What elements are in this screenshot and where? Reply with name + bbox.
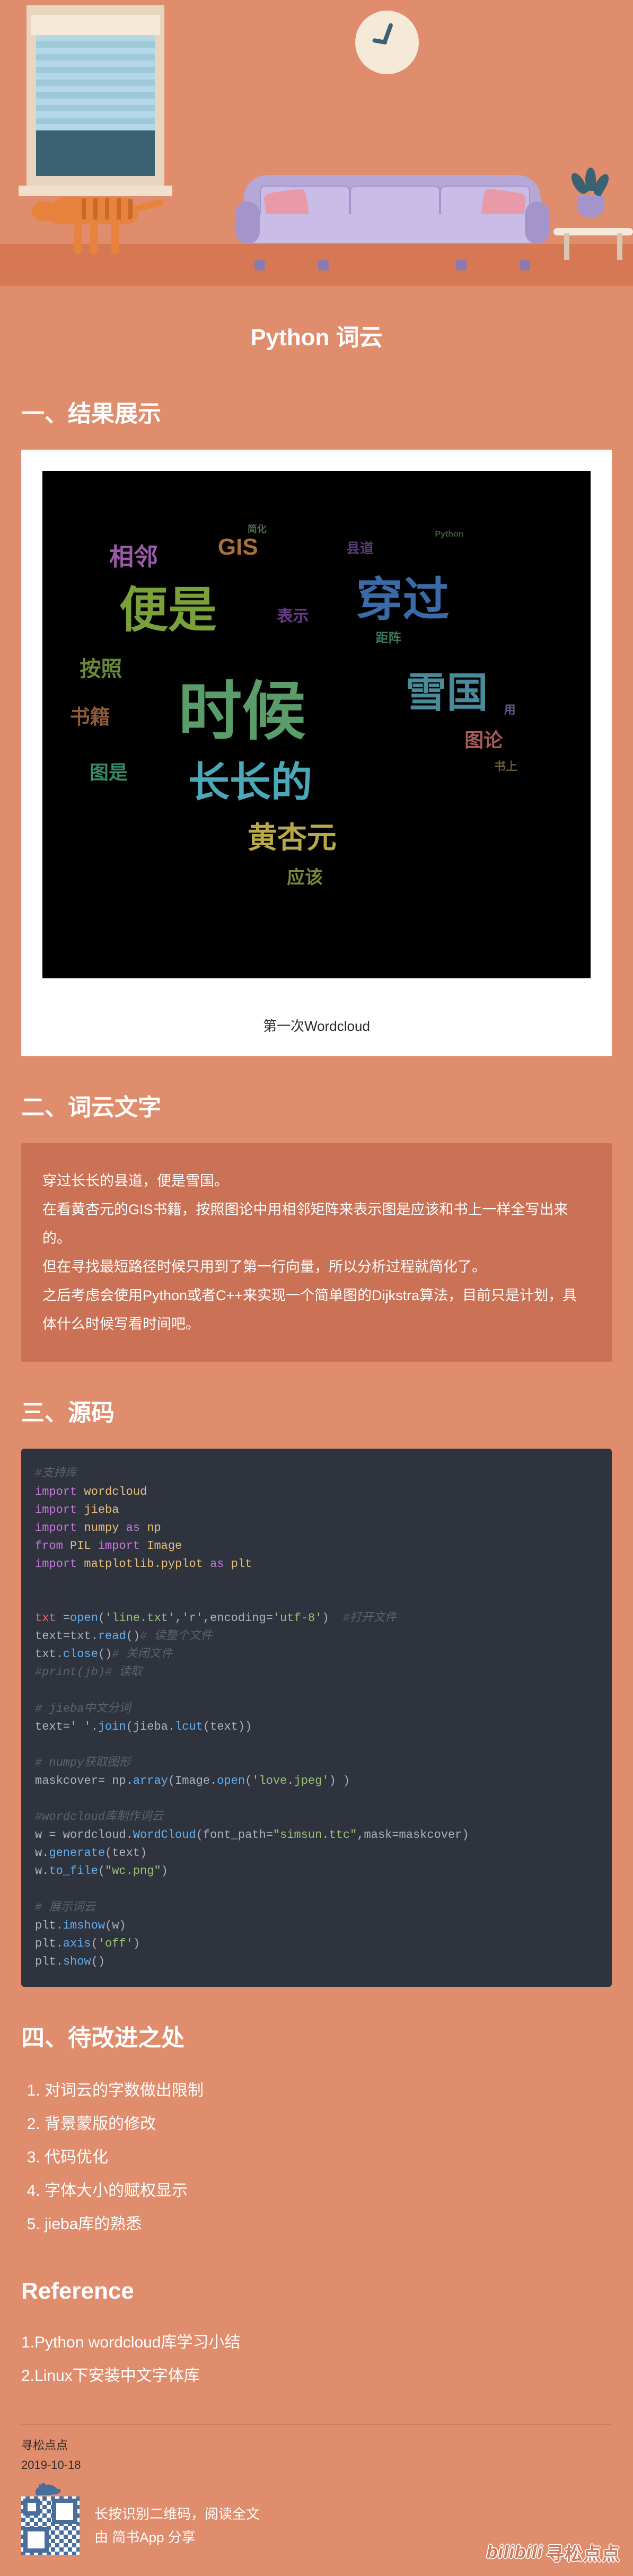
section-4-heading: 四、待改进之处: [21, 2019, 612, 2053]
clock-icon: [355, 11, 419, 74]
watermark: bilibili 寻松点点: [487, 2539, 620, 2565]
figure-caption: 第一次Wordcloud: [42, 1015, 591, 1035]
author-name: 寻松点点: [21, 2435, 612, 2455]
wordcloud-word: 便是: [119, 571, 217, 641]
code-block: #支持库 import wordcloud import jieba impor…: [21, 1449, 612, 1987]
plant-illustration: [569, 164, 612, 217]
wordcloud-word: 表示: [277, 603, 309, 626]
window: [27, 5, 164, 186]
wordcloud-word: 图是: [90, 757, 128, 785]
wordcloud-word: 时候: [178, 660, 305, 752]
improvements-list: 对词云的字数做出限制背景蒙版的修改代码优化字体大小的赋权显示jieba库的熟悉: [21, 2074, 612, 2241]
wordcloud-word: 按照: [80, 652, 122, 682]
reference-item: 1.Python wordcloud库学习小结: [21, 2326, 612, 2359]
side-table: [553, 212, 633, 260]
wordcloud-word: 应该: [287, 863, 323, 889]
wordcloud-word: 图论: [464, 725, 503, 752]
bilibili-logo: bilibili: [487, 2542, 543, 2563]
hero-illustration: [0, 0, 633, 286]
reference-heading: Reference: [21, 2278, 612, 2305]
text-line: 之后考虑会使用Python或者C++来实现一个简单图的Dijkstra算法，目前…: [42, 1281, 591, 1338]
list-item: 对词云的字数做出限制: [45, 2074, 612, 2107]
list-item: 代码优化: [45, 2141, 612, 2174]
figure-container: 时候 便是 穿过雪国长长的黄杏元 相邻 GIS 按照书籍图是 图论 表示应该 县道距阵书上 用 简化…: [21, 450, 612, 1056]
page-title: Python 词云: [21, 318, 612, 352]
wordcloud-word: 黄杏元: [248, 814, 337, 857]
wordcloud-word: 穿过: [356, 562, 449, 629]
qr-code[interactable]: [21, 2496, 80, 2555]
text-line: 在看黄杏元的GIS书籍，按照图论中用相邻矩阵来表示图是应该和书上一样全写出来的。: [42, 1195, 591, 1252]
reference-item: 2.Linux下安装中文字体库: [21, 2359, 612, 2393]
qr-source: 由 简书App 分享: [94, 2526, 260, 2549]
wordcloud-word: 用: [504, 700, 516, 717]
wordcloud-word: 书上: [494, 757, 517, 774]
reference-list: 1.Python wordcloud库学习小结2.Linux下安装中文字体库: [21, 2326, 612, 2393]
cat-illustration: [32, 197, 159, 256]
wordcloud-word: 雪国: [406, 660, 488, 719]
wordcloud-word: 距阵: [376, 627, 401, 646]
list-item: jieba库的熟悉: [45, 2207, 612, 2241]
text-line: 但在寻找最短路径时候只用到了第一行向量，所以分析过程就简化了。: [42, 1252, 591, 1281]
publish-date: 2019-10-18: [21, 2455, 612, 2475]
wordcloud-word: Python: [435, 530, 463, 539]
wordcloud-word: 简化: [248, 522, 267, 536]
couch-illustration: [239, 175, 546, 265]
text-line: 穿过长长的县道，便是雪国。: [42, 1167, 591, 1195]
wordcloud-word: 县道: [346, 538, 374, 557]
wordcloud-word: 长长的: [188, 749, 312, 809]
wordcloud-image: 时候 便是 穿过雪国长长的黄杏元 相邻 GIS 按照书籍图是 图论 表示应该 县道距阵书上 用 简化…: [42, 471, 591, 978]
section-1-heading: 一、结果展示: [21, 395, 612, 428]
wordcloud-word: 相邻: [109, 538, 158, 573]
section-3-heading: 三、源码: [21, 1394, 612, 1427]
list-item: 背景蒙版的修改: [45, 2107, 612, 2141]
qr-instruction: 长按识别二维码，阅读全文: [94, 2502, 260, 2526]
qr-cat-icon: [32, 2479, 64, 2496]
wordcloud-word: 书籍: [70, 700, 110, 730]
text-content-box: 穿过长长的县道，便是雪国。在看黄杏元的GIS书籍，按照图论中用相邻矩阵来表示图是…: [21, 1143, 612, 1362]
watermark-name: 寻松点点: [546, 2539, 620, 2565]
wordcloud-word: GIS: [218, 534, 258, 560]
section-2-heading: 二、词云文字: [21, 1088, 612, 1122]
article-meta: 寻松点点 2019-10-18: [21, 2424, 612, 2475]
list-item: 字体大小的赋权显示: [45, 2174, 612, 2207]
